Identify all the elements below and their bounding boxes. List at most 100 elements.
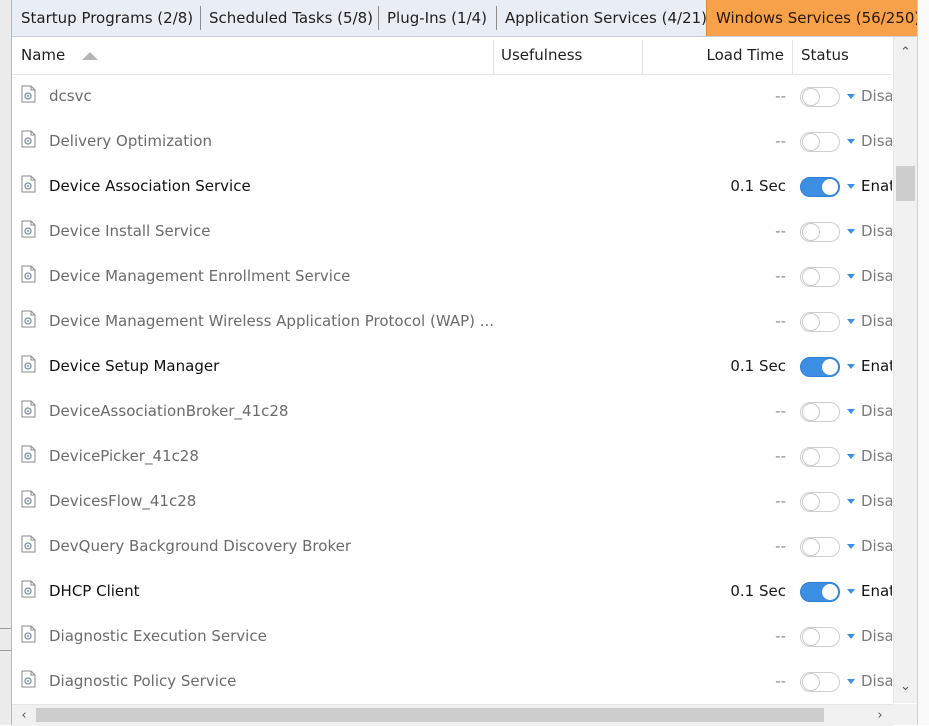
table-row[interactable]: DevicesFlow_41c28 -- Disa xyxy=(12,479,892,524)
status-toggle[interactable] xyxy=(800,357,840,377)
service-file-icon xyxy=(21,400,36,418)
service-file-icon xyxy=(21,490,36,508)
status-text: Disa xyxy=(861,222,892,240)
status-dropdown-icon[interactable] xyxy=(847,409,855,414)
service-file-icon xyxy=(21,220,36,238)
status-dropdown-icon[interactable] xyxy=(847,319,855,324)
status-dropdown-icon[interactable] xyxy=(847,634,855,639)
service-name: Device Install Service xyxy=(49,222,211,240)
service-name: DevicePicker_41c28 xyxy=(49,447,199,465)
toggle-knob xyxy=(822,179,838,195)
scroll-down-icon[interactable]: ⌄ xyxy=(894,677,917,697)
table-row[interactable]: Diagnostic Policy Service -- Disa xyxy=(12,659,892,703)
status-toggle[interactable] xyxy=(800,402,840,422)
load-time: -- xyxy=(775,222,786,240)
column-header-usefulness[interactable]: Usefulness xyxy=(501,37,641,74)
load-time: -- xyxy=(775,492,786,510)
tab-startup-programs[interactable]: Startup Programs (2/8) xyxy=(12,0,200,36)
column-header-name-label: Name xyxy=(21,46,66,64)
status-dropdown-icon[interactable] xyxy=(847,679,855,684)
service-file-icon xyxy=(21,580,36,598)
status-toggle[interactable] xyxy=(800,492,840,512)
service-name: dcsvc xyxy=(49,87,92,105)
column-header-load-time[interactable]: Load Time xyxy=(644,37,784,74)
load-time: -- xyxy=(775,87,786,105)
status-dropdown-icon[interactable] xyxy=(847,589,855,594)
table-row[interactable]: Device Management Enrollment Service -- Di… xyxy=(12,254,892,299)
service-name: DevQuery Background Discovery Broker xyxy=(49,537,351,555)
service-file-icon xyxy=(21,670,36,688)
tab-windows-services[interactable]: Windows Services (56/250) xyxy=(706,0,929,36)
table-row[interactable]: dcsvc -- Disa xyxy=(12,74,892,119)
status-toggle[interactable] xyxy=(800,447,840,467)
toggle-knob xyxy=(802,133,820,151)
status-dropdown-icon[interactable] xyxy=(847,139,855,144)
scroll-right-icon[interactable]: › xyxy=(870,705,890,726)
status-toggle[interactable] xyxy=(800,222,840,242)
column-header-status[interactable]: Status xyxy=(801,37,891,74)
status-toggle[interactable] xyxy=(800,582,840,602)
status-dropdown-icon[interactable] xyxy=(847,94,855,99)
scroll-left-icon[interactable]: ‹ xyxy=(14,705,34,726)
service-name: DevicesFlow_41c28 xyxy=(49,492,197,510)
column-divider[interactable] xyxy=(642,40,643,74)
horizontal-scroll-thumb[interactable] xyxy=(36,708,824,722)
service-file-icon xyxy=(21,535,36,553)
horizontal-scrollbar[interactable]: ‹ › xyxy=(12,704,893,726)
status-text: Disa xyxy=(861,627,892,645)
toggle-knob xyxy=(802,88,820,106)
vertical-scrollbar[interactable]: ⌃ ⌄ xyxy=(893,37,917,703)
toggle-knob xyxy=(802,493,820,511)
table-row[interactable]: DHCP Client 0.1 Sec Enat xyxy=(12,569,892,614)
status-dropdown-icon[interactable] xyxy=(847,499,855,504)
status-text: Disa xyxy=(861,312,892,330)
status-dropdown-icon[interactable] xyxy=(847,274,855,279)
table-row[interactable]: Device Management Wireless Application P… xyxy=(12,299,892,344)
status-text: Enat xyxy=(861,177,892,195)
load-time: -- xyxy=(775,402,786,420)
tab-plug-ins[interactable]: Plug-Ins (1/4) xyxy=(378,0,496,36)
status-toggle[interactable] xyxy=(800,87,840,107)
vertical-scroll-thumb[interactable] xyxy=(896,166,915,201)
tab-scheduled-tasks[interactable]: Scheduled Tasks (5/8) xyxy=(200,0,378,36)
toggle-knob xyxy=(802,673,820,691)
scroll-up-icon[interactable]: ⌃ xyxy=(894,43,917,63)
load-time: -- xyxy=(775,447,786,465)
table-row[interactable]: Delivery Optimization -- Disa xyxy=(12,119,892,164)
table-row[interactable]: DevicePicker_41c28 -- Disa xyxy=(12,434,892,479)
status-toggle[interactable] xyxy=(800,537,840,557)
status-toggle[interactable] xyxy=(800,132,840,152)
load-time: -- xyxy=(775,537,786,555)
toggle-knob xyxy=(802,268,820,286)
table-row[interactable]: Diagnostic Execution Service -- Disa xyxy=(12,614,892,659)
status-dropdown-icon[interactable] xyxy=(847,229,855,234)
load-time: -- xyxy=(775,672,786,690)
service-name: Device Association Service xyxy=(49,177,251,195)
status-toggle[interactable] xyxy=(800,267,840,287)
table-row[interactable]: Device Install Service -- Disa xyxy=(12,209,892,254)
scrollbar-corner xyxy=(893,704,917,725)
service-file-icon xyxy=(21,130,36,148)
column-divider[interactable] xyxy=(792,40,793,74)
status-dropdown-icon[interactable] xyxy=(847,454,855,459)
tab-application-services[interactable]: Application Services (4/21) xyxy=(496,0,707,36)
status-text: Enat xyxy=(861,582,892,600)
toggle-knob xyxy=(822,584,838,600)
service-file-icon xyxy=(21,175,36,193)
status-dropdown-icon[interactable] xyxy=(847,544,855,549)
table-row[interactable]: DevQuery Background Discovery Broker -- Di… xyxy=(12,524,892,569)
status-toggle[interactable] xyxy=(800,627,840,647)
status-toggle[interactable] xyxy=(800,312,840,332)
service-name: Device Management Enrollment Service xyxy=(49,267,351,285)
toggle-knob xyxy=(802,538,820,556)
table-row[interactable]: Device Setup Manager 0.1 Sec Enat xyxy=(12,344,892,389)
toggle-knob xyxy=(802,223,820,241)
column-divider[interactable] xyxy=(493,40,494,74)
table-row[interactable]: DeviceAssociationBroker_41c28 -- Disa xyxy=(12,389,892,434)
status-text: Disa xyxy=(861,447,892,465)
status-toggle[interactable] xyxy=(800,177,840,197)
table-row[interactable]: Device Association Service 0.1 Sec Enat xyxy=(12,164,892,209)
status-toggle[interactable] xyxy=(800,672,840,692)
status-dropdown-icon[interactable] xyxy=(847,364,855,369)
status-dropdown-icon[interactable] xyxy=(847,184,855,189)
